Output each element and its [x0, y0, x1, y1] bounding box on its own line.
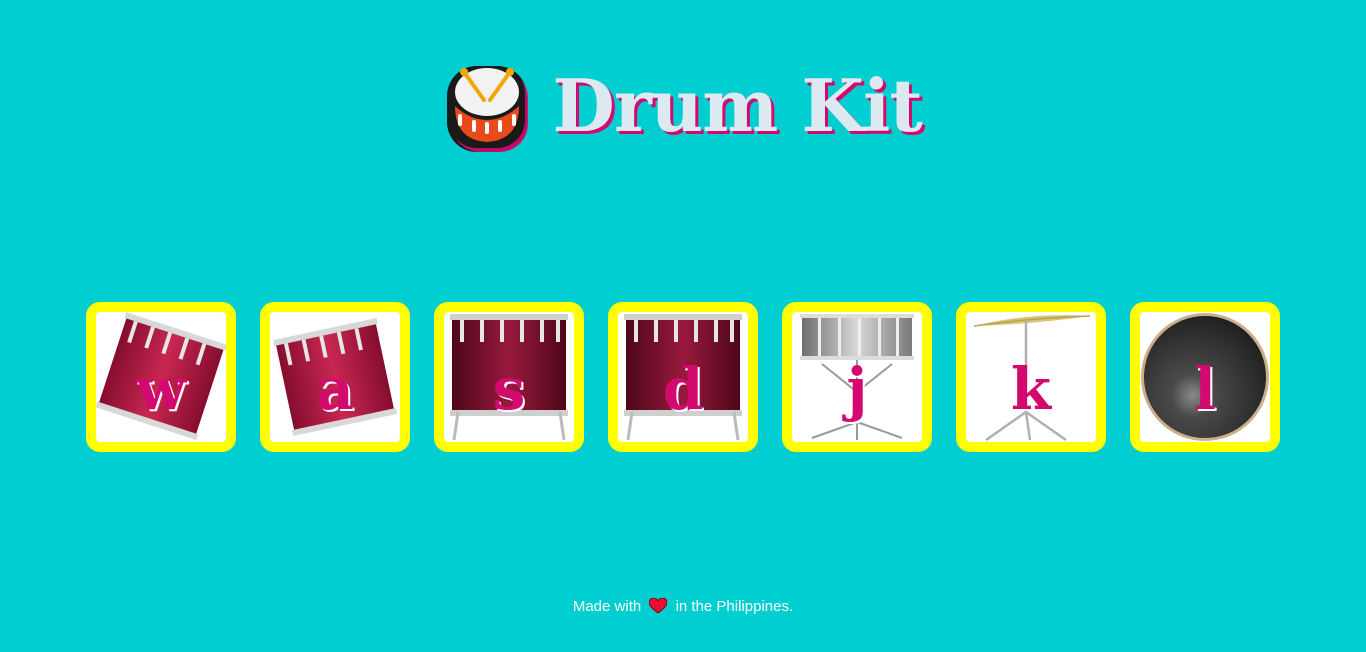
drum-emoji-icon: [447, 66, 529, 152]
drum-pad-row: w a s d j k l: [86, 302, 1280, 452]
drum-key-label: w: [136, 355, 186, 423]
page-header: Drum Kit: [0, 58, 1366, 154]
drum-key-label: j: [846, 355, 868, 423]
drum-key-label: l: [1193, 355, 1217, 423]
drum-key-label: s: [492, 355, 526, 423]
drum-pad-d[interactable]: d: [608, 302, 758, 452]
heart-icon: [649, 598, 668, 614]
drum-pad-l[interactable]: l: [1130, 302, 1280, 452]
drum-key-label: d: [662, 355, 704, 423]
footer: Made with in the Philippines.: [0, 598, 1366, 615]
footer-text-after: in the Philippines.: [675, 598, 794, 615]
drum-key-label: k: [1010, 355, 1052, 423]
drum-pad-j[interactable]: j: [782, 302, 932, 452]
drum-pad-k[interactable]: k: [956, 302, 1106, 452]
footer-text-before: Made with: [572, 598, 642, 615]
drum-key-label: a: [316, 355, 354, 423]
page-title: Drum Kit: [552, 63, 922, 148]
drum-pad-s[interactable]: s: [434, 302, 584, 452]
drum-pad-w[interactable]: w: [86, 302, 236, 452]
drum-pad-a[interactable]: a: [260, 302, 410, 452]
